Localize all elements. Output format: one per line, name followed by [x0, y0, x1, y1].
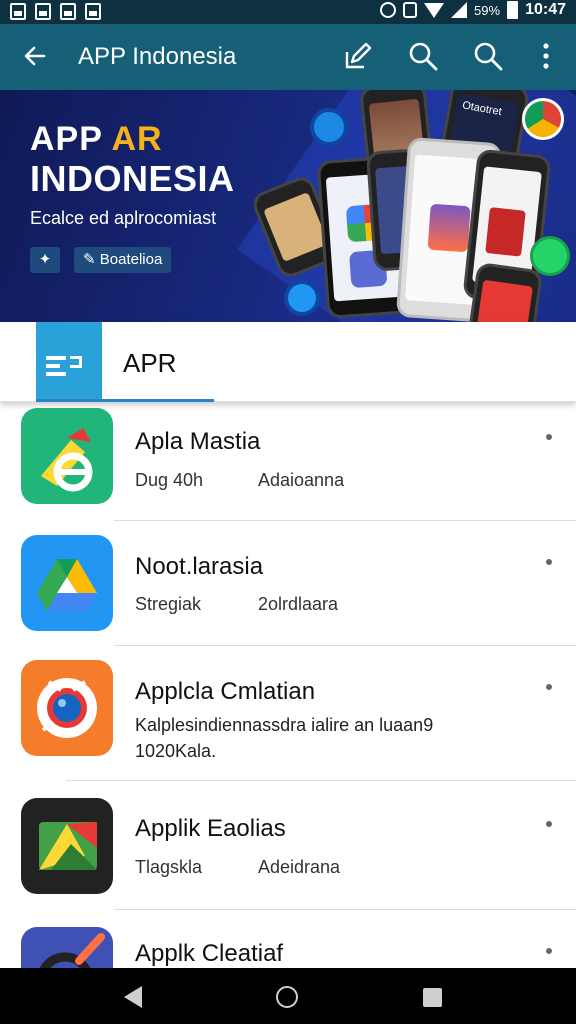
app-icon-slides — [21, 798, 113, 894]
list-item[interactable]: Apla Mastia Dug 40h Adaioanna — [0, 402, 576, 520]
more-options-icon[interactable] — [546, 434, 552, 440]
banner-cta-button[interactable]: ✎ Boatelioa — [74, 247, 172, 273]
list-item[interactable]: Applcla Cmlatian Kalplesindiennassdra ia… — [0, 646, 576, 780]
list-item[interactable]: Applk Cleatiaf — [0, 910, 576, 968]
promo-banner[interactable]: APP AR INDONESIA Ecalce ed aplrocomiast … — [0, 90, 576, 322]
app-meta-category: Adeidrana — [258, 857, 341, 877]
search-icon-secondary[interactable] — [470, 38, 506, 74]
tab-list-icon[interactable] — [36, 322, 102, 402]
more-options-icon[interactable] — [546, 948, 552, 954]
edit-icon[interactable] — [340, 38, 376, 74]
sync-icon — [380, 2, 397, 18]
banner-title: APP AR — [30, 120, 163, 158]
app-meta-category: Adaioanna — [258, 470, 345, 490]
page-title: APP Indonesia — [78, 43, 237, 70]
camera-app-bubble-icon — [284, 280, 320, 316]
more-options-icon[interactable] — [546, 684, 552, 690]
more-options-icon[interactable] — [546, 821, 552, 827]
banner-tool-button[interactable]: ✦ — [30, 247, 60, 273]
wifi-icon — [424, 2, 445, 18]
nav-back-icon[interactable] — [124, 986, 142, 1008]
clock: 10:47 — [525, 1, 566, 18]
app-icon-drive — [21, 535, 113, 631]
overflow-menu-icon[interactable] — [528, 38, 564, 74]
app-name: Applik Eaolias — [135, 815, 286, 842]
chrome-app-icon — [522, 98, 564, 140]
app-name: Applk Cleatiaf — [135, 940, 284, 967]
search-icon[interactable] — [405, 38, 441, 74]
banner-title-line2: INDONESIA — [30, 158, 235, 199]
app-list: Apla Mastia Dug 40h Adaioanna Noot.laras… — [0, 402, 576, 968]
app-description: Kalplesindiennassdra ialire an luaan9 10… — [135, 715, 434, 761]
phone-notification-icon — [60, 3, 76, 20]
system-nav-bar — [0, 968, 576, 1024]
app-name: Applcla Cmlatian — [135, 678, 316, 705]
status-bar: 59% 10:47 — [0, 0, 576, 24]
app-meta-size: Dug 40h — [135, 470, 204, 490]
app-name: Apla Mastia — [135, 428, 261, 455]
camera-app-bubble-icon — [310, 108, 348, 146]
notification-icons — [10, 3, 101, 20]
app-bar: APP Indonesia — [0, 24, 576, 90]
list-item[interactable]: Applik Eaolias Tlagskla Adeidrana — [0, 781, 576, 909]
app-meta-category: 2olrdlaara — [258, 594, 339, 614]
battery-percent: 59% — [474, 2, 501, 18]
shield-icon — [403, 2, 418, 18]
more-options-icon[interactable] — [546, 559, 552, 565]
app-meta-size: Stregiak — [135, 594, 202, 614]
phone-label: Otaotret — [461, 99, 503, 119]
gallery-notification-icon — [35, 3, 51, 20]
image-notification-icon — [10, 3, 26, 20]
list-item[interactable]: Noot.larasia Stregiak 2olrdlaara — [0, 521, 576, 645]
nav-home-icon[interactable] — [276, 986, 298, 1008]
nav-recents-icon[interactable] — [423, 988, 442, 1007]
phone-illustration — [466, 261, 544, 322]
app-name: Noot.larasia — [135, 553, 264, 580]
tab-strip: APR — [0, 322, 576, 402]
app-meta-size: Tlagskla — [135, 857, 203, 877]
system-icons: 59% 10:47 — [380, 1, 566, 19]
battery-icon — [507, 1, 519, 19]
back-arrow-icon[interactable] — [20, 41, 50, 71]
app-icon-maps — [21, 408, 113, 504]
app-notification-icon — [85, 3, 101, 20]
app-icon-camera — [21, 660, 113, 756]
banner-subtitle: Ecalce ed aplrocomiast — [30, 208, 217, 228]
tab-apr[interactable]: APR — [123, 348, 176, 379]
whatsapp-icon — [530, 236, 570, 276]
app-icon-lens — [21, 927, 113, 968]
edit-small-icon: ✎ — [83, 251, 100, 268]
signal-icon — [451, 2, 468, 18]
